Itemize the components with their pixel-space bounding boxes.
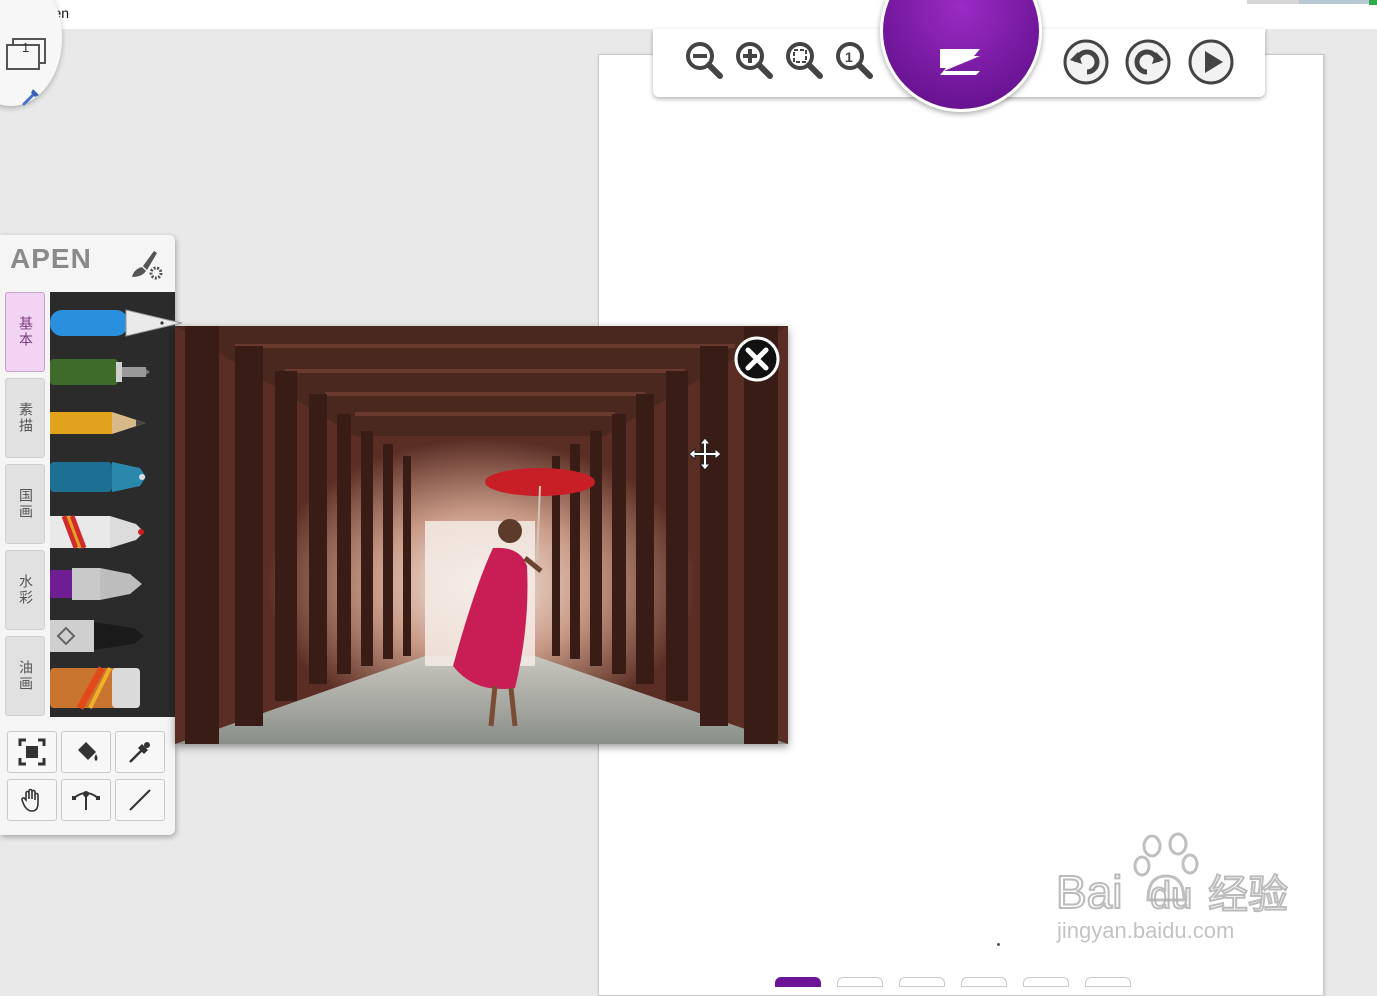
- zoom-out-icon[interactable]: [682, 38, 726, 82]
- play-icon[interactable]: [1187, 38, 1234, 85]
- purple-brush-icon[interactable]: [50, 562, 175, 606]
- green-marker-icon[interactable]: [50, 355, 175, 389]
- zoom-in-icon[interactable]: [732, 38, 776, 82]
- page-tab[interactable]: [775, 977, 821, 987]
- redo-icon[interactable]: [1124, 38, 1171, 85]
- page-tab[interactable]: [1023, 977, 1069, 987]
- tab-basic[interactable]: 基本: [5, 292, 45, 372]
- brush-settings-icon[interactable]: [128, 247, 164, 285]
- page-tab[interactable]: [899, 977, 945, 987]
- fit-screen-icon[interactable]: [7, 731, 57, 773]
- zoom-actual-icon[interactable]: 1: [832, 38, 876, 82]
- page-tab[interactable]: [837, 977, 883, 987]
- tool-grid: [5, 731, 167, 827]
- pen-panel: APEN 基本 素描 国画 水彩 油画: [0, 235, 183, 835]
- svg-text:1: 1: [845, 49, 853, 65]
- zoom-fit-icon[interactable]: [782, 38, 826, 82]
- blue-marker-icon[interactable]: [50, 458, 175, 496]
- pen-tray: [50, 292, 183, 717]
- baidu-watermark-logo: Bai du 经验: [1052, 832, 1302, 920]
- tab-sketch[interactable]: 素描: [5, 378, 45, 458]
- fountain-pen-icon[interactable]: [50, 300, 185, 344]
- page-tab[interactable]: [961, 977, 1007, 987]
- hand-icon[interactable]: [7, 779, 57, 821]
- tab-watercolor[interactable]: 水彩: [5, 550, 45, 630]
- watermark-url: jingyan.baidu.com: [1057, 918, 1235, 943]
- close-image-icon[interactable]: [733, 335, 781, 387]
- tab-oil-painting[interactable]: 油画: [5, 636, 45, 716]
- svg-text:du: du: [1150, 875, 1192, 916]
- line-icon[interactable]: [115, 779, 165, 821]
- svg-text:经验: 经验: [1208, 872, 1288, 916]
- tab-chinese-painting[interactable]: 国画: [5, 464, 45, 544]
- canvas-dot: [997, 943, 1000, 946]
- bezier-icon[interactable]: [61, 779, 111, 821]
- page-number: 1: [22, 40, 30, 55]
- color-dropper-icon[interactable]: [21, 85, 43, 111]
- pencil-icon[interactable]: [50, 406, 175, 440]
- window-controls[interactable]: [1247, 0, 1377, 6]
- eyedropper-icon[interactable]: [115, 731, 165, 773]
- fill-bucket-icon[interactable]: [61, 731, 111, 773]
- undo-icon[interactable]: [1062, 38, 1109, 85]
- red-brush-icon[interactable]: [50, 510, 175, 554]
- panel-brand: APEN: [10, 243, 92, 274]
- title-bar: AirPen: [0, 0, 1377, 29]
- inserted-image[interactable]: [175, 326, 788, 744]
- move-image-icon[interactable]: [687, 436, 723, 476]
- oil-brush-icon[interactable]: [50, 664, 175, 712]
- black-marker-icon[interactable]: [50, 614, 175, 658]
- svg-text:Bai: Bai: [1056, 866, 1122, 916]
- page-tab[interactable]: [1085, 977, 1131, 987]
